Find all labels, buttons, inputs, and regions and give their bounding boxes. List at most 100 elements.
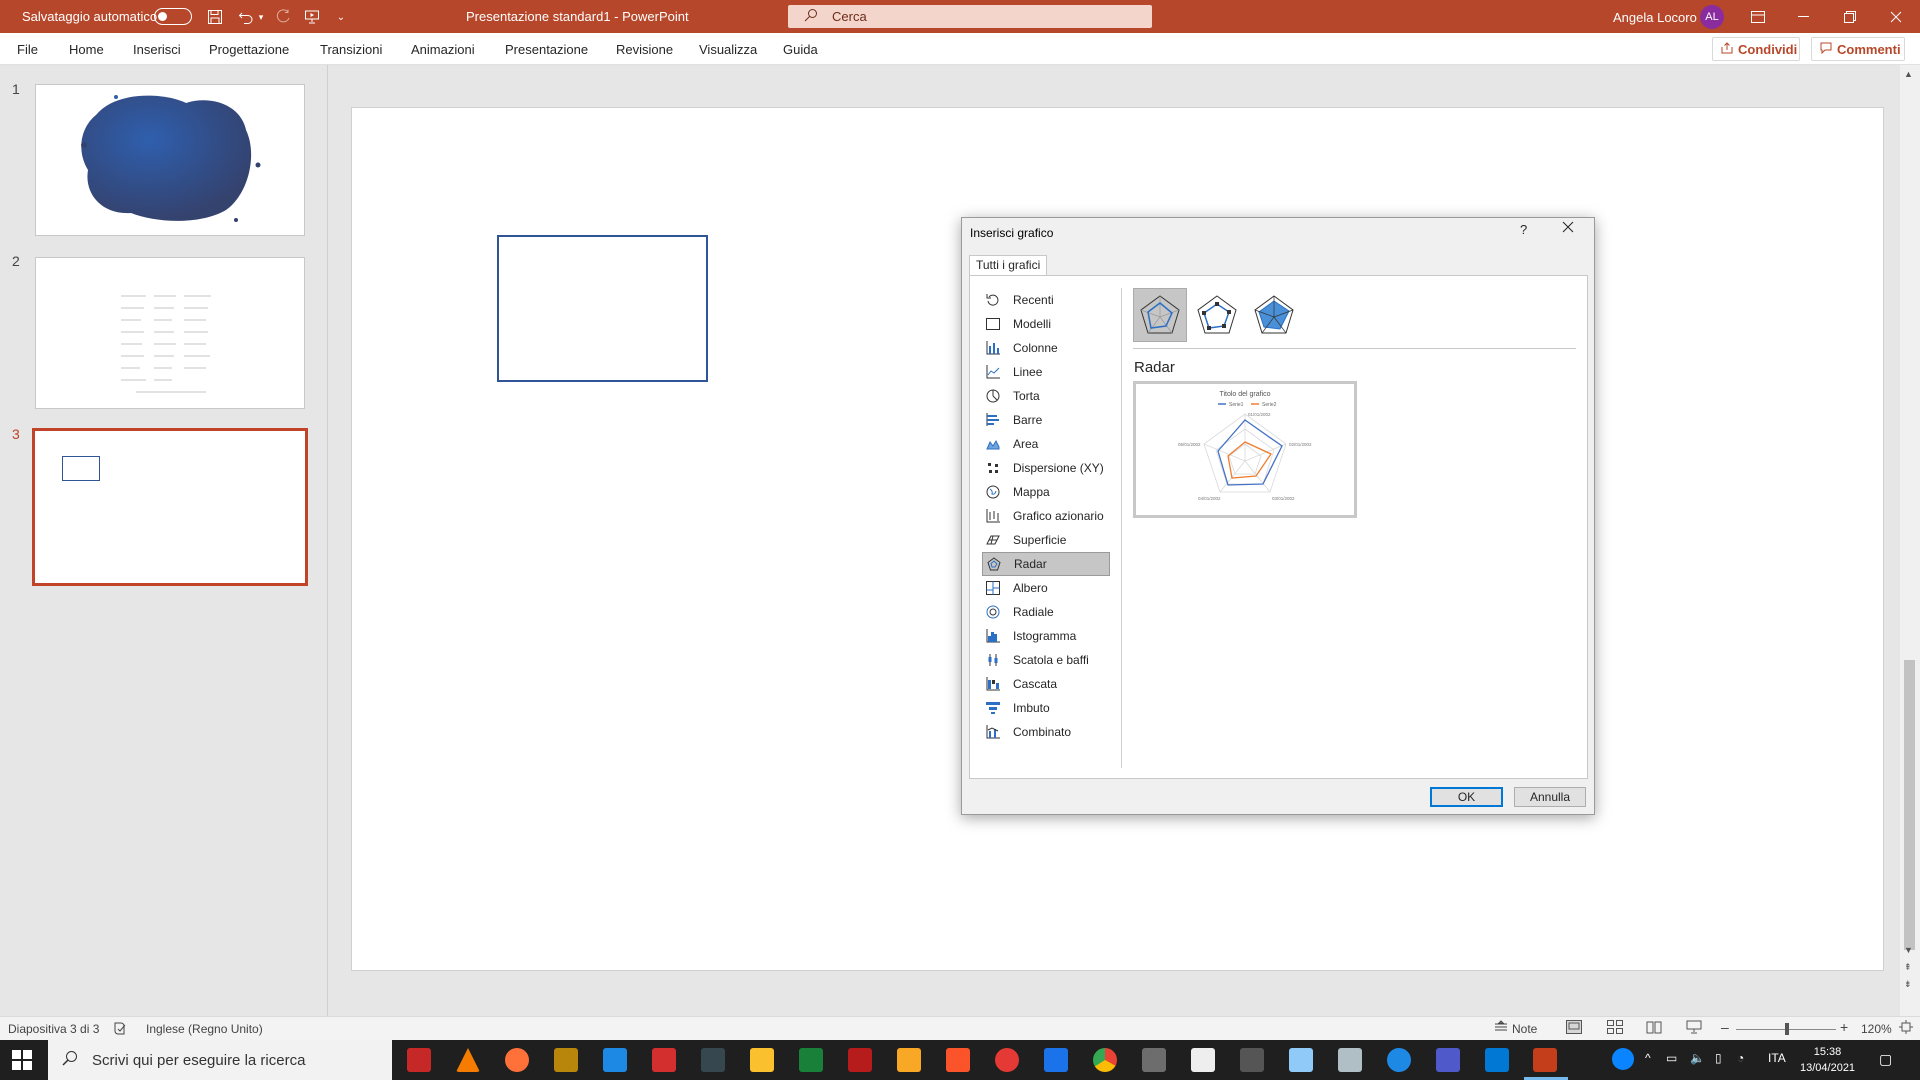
app-icon-red[interactable] — [407, 1048, 431, 1072]
notifications-icon[interactable]: ▢ — [1879, 1051, 1892, 1068]
app-icon-red-w[interactable] — [652, 1048, 676, 1072]
avatar[interactable]: AL — [1700, 5, 1724, 29]
tab-insert[interactable]: Inserisci — [133, 42, 181, 57]
category-dispersione[interactable]: Dispersione (XY) — [982, 456, 1110, 480]
file-explorer-icon[interactable] — [750, 1048, 774, 1072]
restore-icon[interactable] — [1827, 0, 1873, 33]
search-box[interactable]: Cerca — [788, 5, 1152, 28]
cloud-icon[interactable] — [1387, 1048, 1411, 1072]
normal-view-icon[interactable] — [1566, 1020, 1582, 1037]
wifi-icon[interactable]: ◔ — [1737, 1051, 1744, 1065]
category-cascata[interactable]: Cascata — [982, 672, 1110, 696]
docs-icon[interactable] — [1044, 1048, 1068, 1072]
previous-slide-icon[interactable]: ⇞ — [1904, 962, 1912, 973]
category-mappa[interactable]: Mappa — [982, 480, 1110, 504]
zoom-in-icon[interactable]: + — [1840, 1019, 1848, 1035]
slide-sorter-icon[interactable] — [1607, 1020, 1623, 1037]
category-superficie[interactable]: Superficie — [982, 528, 1110, 552]
powerpoint-taskbar-icon[interactable] — [1533, 1048, 1557, 1072]
present-from-start-icon[interactable] — [302, 7, 322, 27]
close-icon[interactable] — [1873, 0, 1919, 33]
tab-slideshow[interactable]: Presentazione — [505, 42, 588, 57]
zoom-slider-handle[interactable] — [1785, 1023, 1789, 1035]
tab-home[interactable]: Home — [69, 42, 104, 57]
zoom-level[interactable]: 120% — [1861, 1022, 1892, 1036]
category-azionario[interactable]: Grafico azionario — [982, 504, 1110, 528]
category-combinato[interactable]: Combinato — [982, 720, 1110, 744]
volume-icon[interactable]: 🔈 — [1690, 1051, 1705, 1065]
tab-design[interactable]: Progettazione — [209, 42, 289, 57]
store-icon[interactable] — [1142, 1048, 1166, 1072]
tab-help[interactable]: Guida — [783, 42, 818, 57]
undo-dropdown-icon[interactable]: ▾ — [256, 7, 266, 27]
share-button[interactable]: Condividi — [1712, 37, 1800, 61]
input-language[interactable]: ITA — [1768, 1051, 1786, 1065]
help-icon[interactable]: ? — [1520, 222, 1527, 237]
tab-all-charts[interactable]: Tutti i grafici — [969, 255, 1048, 276]
category-albero[interactable]: Albero — [982, 576, 1110, 600]
category-colonne[interactable]: Colonne — [982, 336, 1110, 360]
undo-icon[interactable] — [236, 7, 256, 27]
cancel-button[interactable]: Annulla — [1514, 787, 1586, 807]
dialog-close-icon[interactable] — [1562, 220, 1574, 238]
category-istogramma[interactable]: Istogramma — [982, 624, 1110, 648]
vlc-icon[interactable] — [456, 1048, 480, 1072]
category-recenti[interactable]: Recenti — [982, 288, 1110, 312]
save-icon[interactable] — [205, 7, 225, 27]
library-icon[interactable] — [554, 1048, 578, 1072]
customize-qat-icon[interactable]: ⌄ — [331, 7, 351, 27]
app-icon-light-blue[interactable] — [1289, 1048, 1313, 1072]
autosave-toggle[interactable] — [154, 8, 192, 25]
firefox-icon[interactable] — [505, 1048, 529, 1072]
tab-file[interactable]: File — [17, 42, 38, 57]
category-scatola[interactable]: Scatola e baffi — [982, 648, 1110, 672]
app-icon-snowflake[interactable] — [1338, 1048, 1362, 1072]
category-radiale[interactable]: Radiale — [982, 600, 1110, 624]
radar-subtype-basic[interactable] — [1133, 288, 1187, 342]
radar-subtype-filled[interactable] — [1247, 288, 1301, 342]
app-icon-yellow[interactable] — [897, 1048, 921, 1072]
slide-thumbnail-1[interactable] — [35, 84, 305, 236]
category-barre[interactable]: Barre — [982, 408, 1110, 432]
category-linee[interactable]: Linee — [982, 360, 1110, 384]
category-radar[interactable]: Radar — [982, 552, 1110, 576]
language-label[interactable]: Inglese (Regno Unito) — [146, 1022, 263, 1036]
comments-button[interactable]: Commenti — [1811, 37, 1905, 61]
tab-view[interactable]: Visualizza — [699, 42, 757, 57]
user-name[interactable]: Angela Locoro — [1613, 10, 1697, 25]
category-torta[interactable]: Torta — [982, 384, 1110, 408]
radar-subtype-markers[interactable] — [1190, 288, 1244, 342]
chart-preview[interactable]: Titolo del grafico Serie1 Serie2 01/01/2… — [1133, 381, 1357, 518]
brave-icon[interactable] — [946, 1048, 970, 1072]
notes-label[interactable]: Note — [1512, 1022, 1537, 1036]
network-icon[interactable]: ▯ — [1715, 1051, 1722, 1065]
category-area[interactable]: Area — [982, 432, 1110, 456]
photos-icon[interactable] — [1485, 1048, 1509, 1072]
tab-animations[interactable]: Animazioni — [411, 42, 475, 57]
redo-icon[interactable] — [273, 7, 293, 27]
spellcheck-icon[interactable] — [114, 1022, 127, 1038]
minimize-icon[interactable] — [1781, 0, 1827, 33]
app-icon-target[interactable] — [995, 1048, 1019, 1072]
fit-slide-icon[interactable] — [1899, 1020, 1913, 1037]
windows-start-icon[interactable] — [12, 1050, 32, 1070]
tab-review[interactable]: Revisione — [616, 42, 673, 57]
sheets-icon[interactable] — [799, 1048, 823, 1072]
taskbar-clock[interactable]: 15:38 13/04/2021 — [1800, 1044, 1855, 1076]
scrollbar-thumb[interactable] — [1904, 660, 1915, 950]
vertical-scrollbar[interactable]: ▲ ▼ ⇞ ⇟ — [1900, 65, 1920, 1016]
scroll-up-icon[interactable]: ▲ — [1904, 69, 1913, 79]
ok-button[interactable]: OK — [1430, 787, 1503, 807]
category-modelli[interactable]: Modelli — [982, 312, 1110, 336]
chevron-up-icon[interactable]: ^ — [1645, 1051, 1651, 1065]
chrome-icon[interactable] — [1093, 1048, 1117, 1072]
help-tray-icon[interactable] — [1612, 1048, 1634, 1070]
slide-thumbnail-2[interactable] — [35, 257, 305, 409]
app-icon-blue-f[interactable] — [603, 1048, 627, 1072]
next-slide-icon[interactable]: ⇟ — [1904, 979, 1912, 990]
teams-icon[interactable] — [1436, 1048, 1460, 1072]
notes-icon[interactable] — [1494, 1020, 1508, 1035]
category-imbuto[interactable]: Imbuto — [982, 696, 1110, 720]
chart-placeholder-rectangle[interactable] — [497, 235, 708, 382]
taskbar-search-box[interactable]: Scrivi qui per eseguire la ricerca — [48, 1040, 392, 1080]
